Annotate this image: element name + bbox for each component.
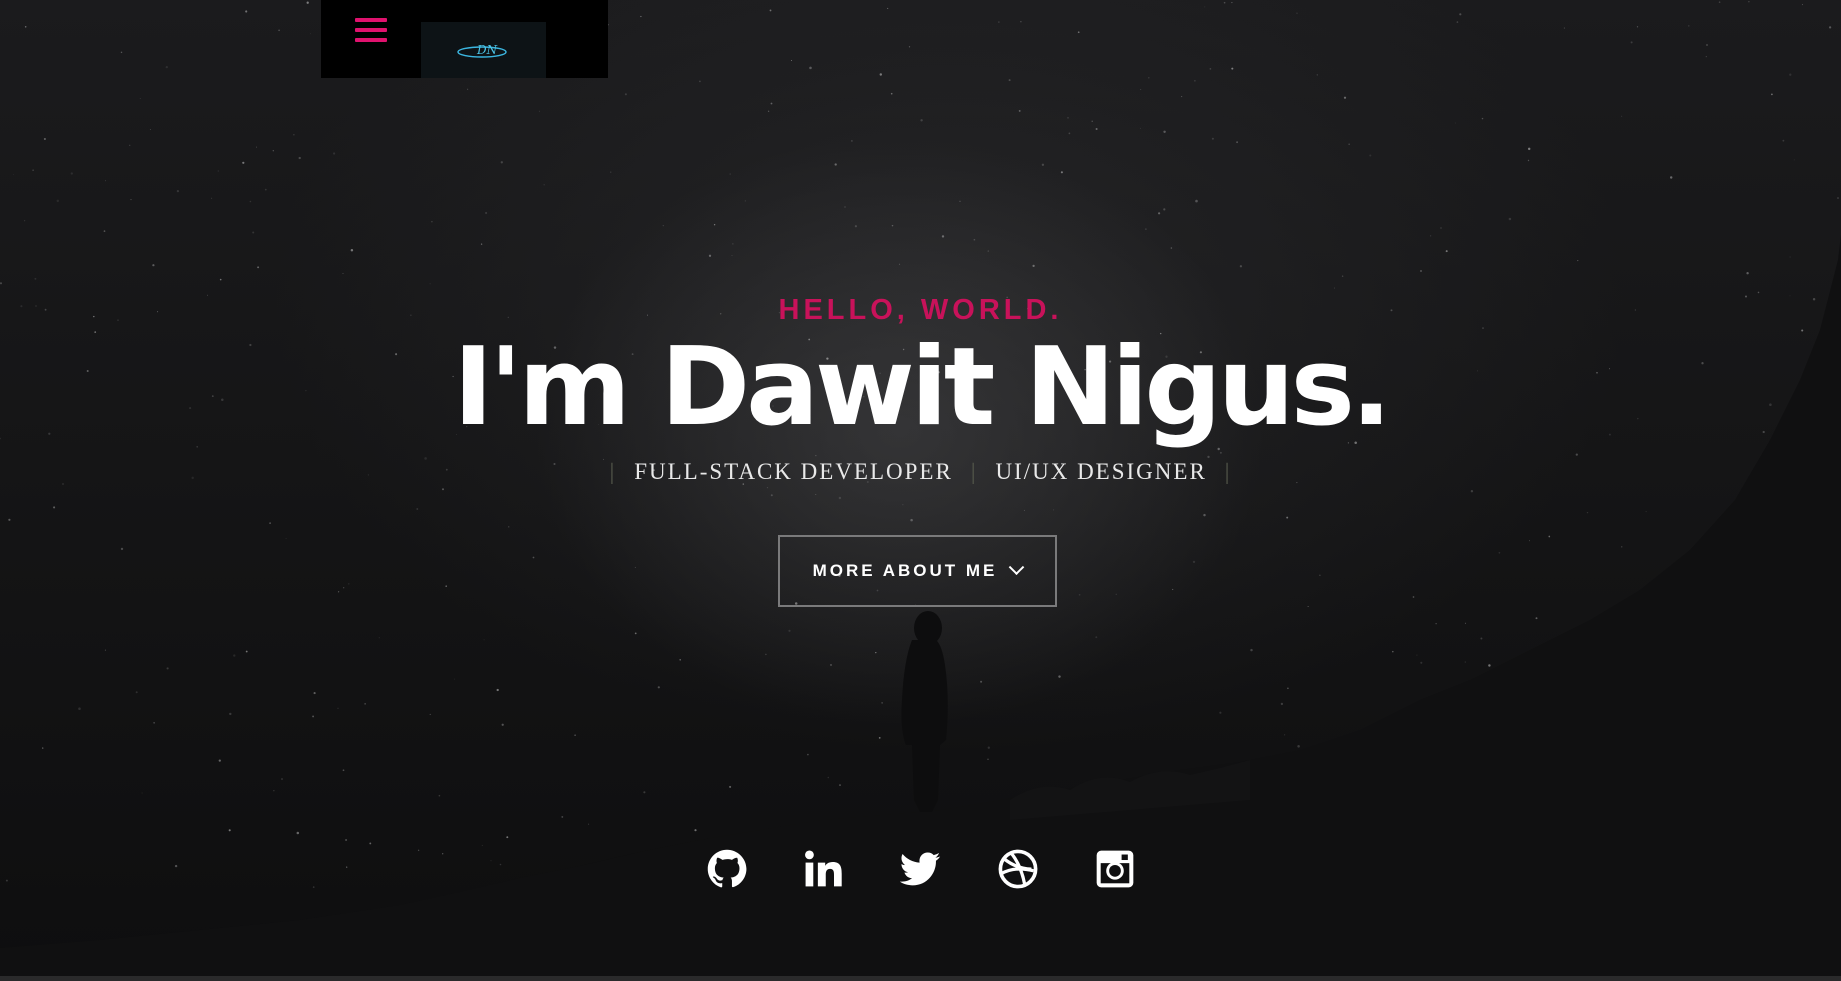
hero-section	[0, 0, 1841, 981]
site-logo[interactable]: DN	[421, 22, 546, 78]
role-uiux: UI/UX Designer	[995, 459, 1207, 484]
twitter-icon	[899, 852, 941, 886]
instagram-link[interactable]	[1093, 847, 1137, 891]
role-fullstack: Full-Stack Developer	[634, 459, 953, 484]
menu-icon-bar	[355, 28, 387, 32]
person-silhouette	[901, 611, 948, 812]
menu-icon-bar	[355, 38, 387, 42]
github-link[interactable]	[705, 847, 749, 891]
social-links	[0, 847, 1841, 891]
dribbble-link[interactable]	[996, 847, 1040, 891]
menu-toggle-button[interactable]	[355, 16, 387, 46]
intro-title: I'm Dawit Nigus.	[453, 325, 1392, 450]
mountain-silhouette	[0, 235, 1841, 981]
more-about-me-label: MORE ABOUT ME	[812, 561, 998, 580]
role-separator: |	[1224, 459, 1232, 484]
dribbble-icon	[998, 849, 1038, 889]
linkedin-icon	[805, 850, 842, 887]
instagram-icon	[1096, 850, 1134, 888]
intro-position: | Full-Stack Developer | UI/UX Designer |	[0, 459, 1841, 485]
linkedin-link[interactable]	[801, 847, 845, 891]
role-separator: |	[609, 459, 617, 484]
chevron-down-icon	[1009, 558, 1025, 575]
bottom-bar	[0, 976, 1841, 981]
twitter-link[interactable]	[898, 847, 942, 891]
more-about-me-button[interactable]: MORE ABOUT ME	[778, 535, 1057, 607]
logo-icon: DN	[456, 43, 507, 58]
logo-text: DN	[476, 43, 498, 57]
github-icon	[707, 849, 747, 888]
menu-icon-bar	[355, 18, 387, 22]
role-separator: |	[970, 459, 978, 484]
